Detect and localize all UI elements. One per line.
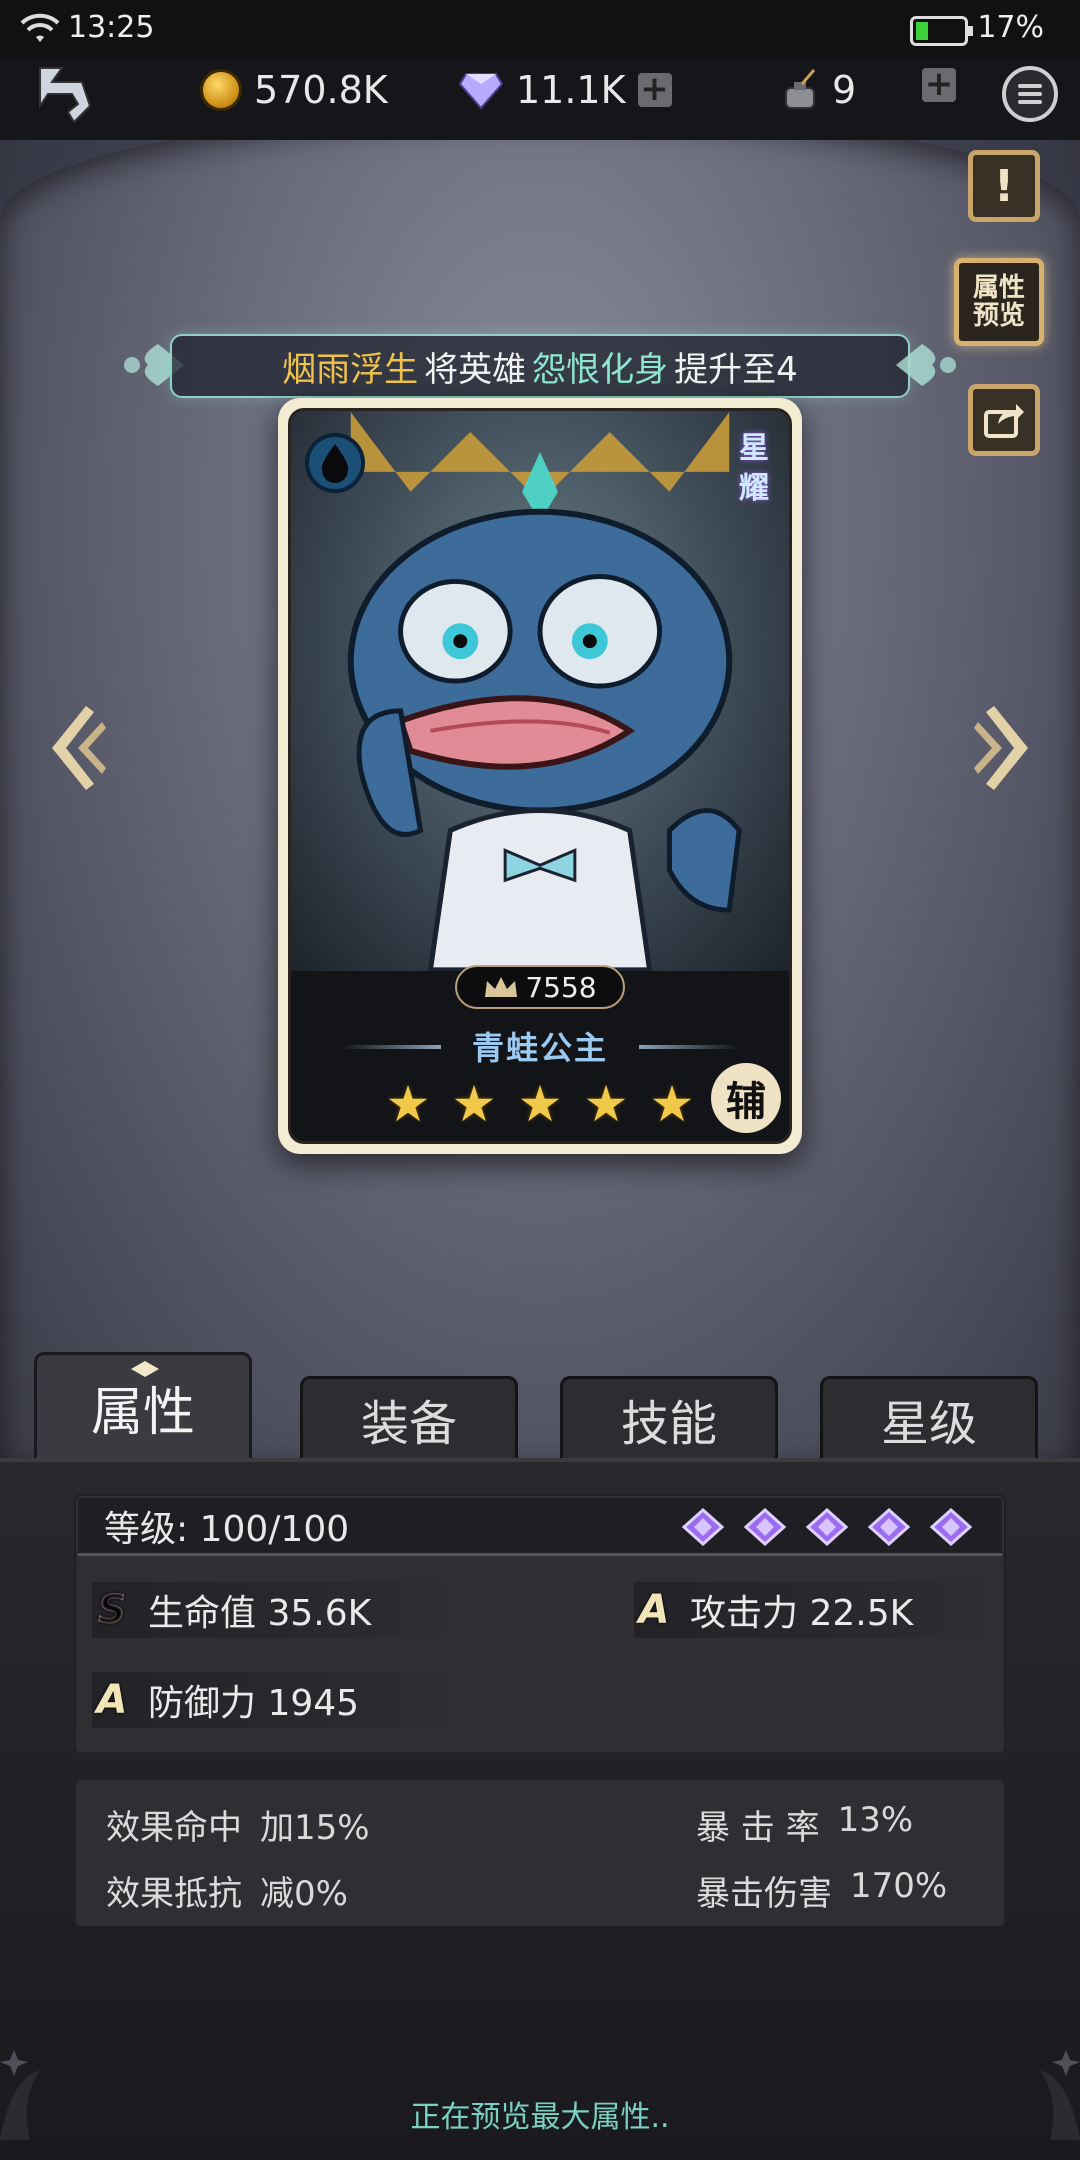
tab-label: 星级 [880, 1396, 977, 1452]
crown-icon [485, 977, 518, 997]
previous-hero-arrow-icon[interactable] [40, 700, 110, 796]
attribute-preview-button[interactable]: 属性 预览 [954, 258, 1044, 346]
attribute-preview-label: 属性 预览 [972, 273, 1025, 331]
inkwell-icon [785, 69, 816, 109]
hero-portrait [291, 411, 789, 973]
tab-attributes[interactable]: 属性 [34, 1352, 252, 1462]
purple-gem-icon [744, 1508, 786, 1546]
tab-label: 技能 [620, 1396, 717, 1452]
gold-counter: 570.8K [200, 62, 388, 118]
banner-hero-title: 怨恨化身 [532, 349, 669, 390]
rank-badge: 星 耀 [739, 431, 769, 506]
tab-equipment[interactable]: 装备 [300, 1376, 518, 1462]
star-icon: ★ [517, 1075, 563, 1133]
share-button[interactable] [968, 384, 1040, 456]
hero-card-inner: 星 耀 7558 青蛙公主 ★ ★ ★ ★ ★ 辅 [288, 408, 792, 1144]
star-icon: ★ [649, 1075, 695, 1133]
diamond-icon [458, 73, 504, 110]
gold-coin-icon [200, 69, 242, 111]
banner-ornament-right [896, 344, 956, 386]
battery-icon [910, 16, 973, 46]
level-row: 等级: 100/100 [78, 1498, 1002, 1556]
banner-text-2: 提升至4 [674, 349, 798, 390]
clock: 13:25 [68, 10, 155, 45]
crit-damage-value: 170% [850, 1866, 948, 1906]
share-icon [984, 404, 1024, 438]
tab-label: 装备 [360, 1396, 457, 1452]
stat-effect-hit: 效果命中 加15% [106, 1800, 370, 1849]
grade-a-icon: A [96, 1677, 128, 1723]
stat-crit-damage: 暴击伤害 170% [696, 1866, 947, 1915]
tab-skills[interactable]: 技能 [560, 1376, 778, 1462]
stat-attack: A 攻击力 22.5K [634, 1582, 994, 1638]
effect-hit-value: 加15% [260, 1808, 370, 1848]
hero-power: 7558 [455, 965, 625, 1009]
stat-hp-label: 生命值 35.6K [148, 1593, 372, 1634]
grade-a-icon: A [638, 1587, 670, 1633]
menu-line-icon [1018, 84, 1042, 88]
menu-line-icon [1018, 100, 1042, 104]
banner-text-1: 将英雄 [424, 349, 527, 390]
level-text: 等级: 100/100 [104, 1508, 350, 1550]
stat-hp: S 生命值 35.6K [92, 1582, 452, 1638]
banner-player: 烟雨浮生 [282, 349, 419, 390]
water-element-icon [305, 433, 365, 493]
effect-resist-label: 效果抵抗 [106, 1874, 242, 1914]
exclamation-icon: ! [993, 160, 1015, 212]
crit-rate-label: 暴 击 率 [696, 1808, 820, 1848]
stat-defense: A 防御力 1945 [92, 1672, 452, 1728]
crit-damage-label: 暴击伤害 [696, 1874, 832, 1914]
effect-hit-label: 效果命中 [106, 1808, 242, 1848]
menu-button[interactable] [1002, 66, 1058, 122]
back-arrow-icon[interactable] [28, 60, 98, 130]
frog-princess-illustration [347, 412, 742, 973]
level-gems [682, 1508, 972, 1546]
stat-attack-label: 攻击力 22.5K [690, 1593, 914, 1634]
purple-gem-icon [682, 1508, 724, 1546]
star-icon: ★ [451, 1075, 497, 1133]
diamond-counter: 11.1K + [458, 62, 672, 118]
ink-amount: 9 [832, 68, 857, 112]
add-ink-button[interactable]: + [922, 67, 956, 102]
hero-power-value: 7558 [525, 970, 597, 1004]
ink-counter: 9 [780, 62, 856, 118]
stat-defense-label: 防御力 1945 [148, 1683, 360, 1724]
star-icon: ★ [385, 1075, 431, 1133]
purple-gem-icon [806, 1508, 848, 1546]
tab-label: 属性 [90, 1382, 195, 1443]
wifi-icon [20, 13, 60, 42]
stat-effect-resist: 效果抵抗 减0% [106, 1866, 348, 1915]
diamond-amount: 11.1K [516, 68, 626, 112]
grade-s-icon: S [92, 1587, 132, 1633]
status-bar: 13:25 17% [0, 0, 1080, 60]
crit-rate-value: 13% [837, 1800, 914, 1840]
detail-tabs: 属性 装备 技能 星级 [34, 1352, 1046, 1462]
water-drop-icon [321, 444, 349, 483]
gold-amount: 570.8K [254, 68, 388, 112]
star-icon: ★ [583, 1075, 629, 1133]
stat-crit-rate: 暴 击 率 13% [696, 1800, 913, 1849]
role-badge: 辅 [711, 1063, 781, 1133]
preview-status-text: 正在预览最大属性.. [410, 2100, 670, 2135]
battery-percent: 17% [977, 10, 1044, 45]
name-divider-right [639, 1045, 739, 1049]
hero-card[interactable]: 星 耀 7558 青蛙公主 ★ ★ ★ ★ ★ 辅 [278, 398, 802, 1154]
add-diamonds-button[interactable]: + [637, 72, 672, 107]
alert-button[interactable]: ! [968, 150, 1040, 222]
game-screen: 13:25 17% 570.8K 11.1K + 9 + ! 属性 预览 烟雨浮… [0, 0, 1080, 2160]
next-hero-arrow-icon[interactable] [970, 700, 1040, 796]
purple-gem-icon [930, 1508, 972, 1546]
menu-line-icon [1018, 92, 1042, 96]
effect-resist-value: 减0% [260, 1874, 348, 1914]
purple-gem-icon [868, 1508, 910, 1546]
tab-stars[interactable]: 星级 [820, 1376, 1038, 1462]
announcement-banner: 烟雨浮生 将英雄 怨恨化身 提升至4 [170, 334, 910, 398]
